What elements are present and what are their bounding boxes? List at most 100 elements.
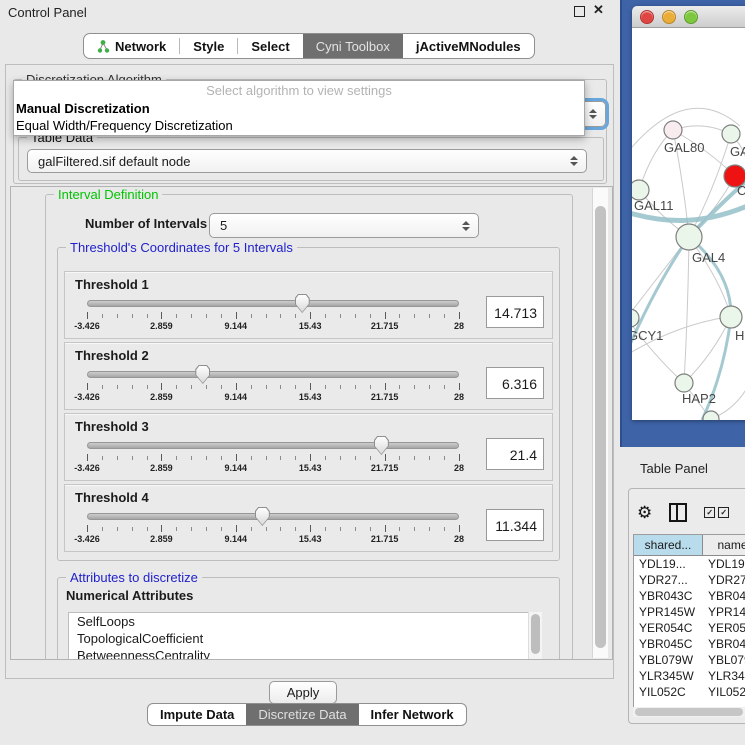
tab-label: jActiveMNodules: [416, 39, 521, 54]
table-row[interactable]: YIL052CYIL052C: [634, 684, 745, 700]
network-node-label: HAP2: [682, 391, 716, 406]
settings-scroll-panel: Interval Definition Number of Intervals …: [10, 186, 613, 660]
network-node-ga[interactable]: [722, 125, 740, 143]
slider-scale-label: 2.859: [150, 534, 173, 544]
slider-thumb[interactable]: [195, 365, 210, 384]
network-node-label: GA: [730, 144, 745, 159]
threshold-slider[interactable]: -3.4262.8599.14415.4321.71528: [87, 371, 459, 405]
threshold-value-field[interactable]: 6.316: [486, 367, 544, 399]
top-tab-bar: NetworkStyleSelect Cyni Toolbox jActiveMNo…: [83, 33, 535, 59]
settings-panel-scrollbar[interactable]: [592, 188, 608, 658]
network-node-hap2[interactable]: [675, 374, 693, 392]
network-icon: [97, 39, 110, 54]
network-window-titlebar[interactable]: [632, 6, 745, 28]
threshold-value-field[interactable]: 11.344: [486, 509, 544, 541]
threshold-label: Threshold 3: [75, 419, 149, 434]
slider-scale-label: 15.43: [299, 463, 322, 473]
table-cell: YBL079W: [634, 652, 703, 668]
slider-scale-label: 9.144: [225, 321, 248, 331]
attributes-list-scrollbar[interactable]: [528, 612, 542, 660]
close-icon[interactable]: ✕: [593, 2, 604, 18]
threshold-label: Threshold 2: [75, 348, 149, 363]
network-node-gal11[interactable]: [632, 180, 649, 200]
float-window-icon[interactable]: [574, 6, 585, 17]
tab-infer-network[interactable]: Infer Network: [359, 704, 466, 725]
table-column-header[interactable]: name: [703, 535, 745, 555]
tab-style[interactable]: Style: [180, 34, 237, 58]
algorithm-dropdown-popup: Select algorithm to view settings Manual…: [13, 80, 585, 136]
slider-thumb[interactable]: [374, 436, 389, 455]
attribute-list-item[interactable]: TopologicalCoefficient: [69, 630, 541, 647]
table-row[interactable]: YBL079WYBL079W: [634, 652, 745, 668]
network-node-label: GAL80: [664, 140, 704, 155]
node-table[interactable]: shared...name YDL19...YDL19...YDR27...YD…: [633, 534, 745, 708]
table-row[interactable]: YDL19...YDL19...: [634, 556, 745, 572]
gear-icon[interactable]: ⚙: [637, 504, 652, 521]
slider-thumb[interactable]: [255, 507, 270, 526]
threshold-row: Threshold 3-3.4262.8599.14415.4321.71528…: [64, 413, 553, 481]
threshold-value-field[interactable]: 14.713: [486, 296, 544, 328]
tab-select[interactable]: Select: [238, 34, 302, 58]
number-of-intervals-label: Number of Intervals: [85, 216, 207, 231]
table-panel-title: Table Panel: [640, 461, 708, 476]
table-cell: YLR345W: [634, 668, 703, 684]
slider-scale-label: 21.715: [371, 463, 399, 473]
table-row[interactable]: YBR045CYBR045C: [634, 636, 745, 652]
table-horizontal-scrollbar[interactable]: [633, 707, 745, 717]
table-data-combobox[interactable]: galFiltered.sif default node: [27, 149, 587, 173]
combo-spinner-icon: [589, 109, 597, 119]
threshold-value-field[interactable]: 21.4: [486, 438, 544, 470]
table-column-header[interactable]: shared...: [634, 535, 703, 555]
checkbox-icon[interactable]: ✓: [704, 507, 715, 518]
threshold-slider[interactable]: -3.4262.8599.14415.4321.71528: [87, 513, 459, 547]
network-node-gal80[interactable]: [664, 121, 682, 139]
apply-button[interactable]: Apply: [269, 681, 337, 704]
attribute-list-item[interactable]: SelfLoops: [69, 613, 541, 630]
threshold-label: Threshold 1: [75, 277, 149, 292]
slider-scale-label: 28: [454, 321, 464, 331]
slider-scale-label: 21.715: [371, 392, 399, 402]
table-row[interactable]: YBR043CYBR043C: [634, 588, 745, 604]
tab-label: Cyni Toolbox: [316, 39, 390, 54]
tab-discretize-data[interactable]: Discretize Data: [246, 704, 358, 725]
table-row[interactable]: YLR345WYLR345W: [634, 668, 745, 684]
columns-icon[interactable]: [669, 503, 687, 522]
tab-impute-data[interactable]: Impute Data: [148, 704, 246, 725]
numerical-attributes-label: Numerical Attributes: [66, 588, 193, 603]
network-node-gal4[interactable]: [676, 224, 702, 250]
table-cell: YBR045C: [703, 636, 745, 652]
algorithm-option[interactable]: Equal Width/Frequency Discretization: [14, 117, 584, 134]
number-of-intervals-combobox[interactable]: 5: [209, 213, 479, 238]
checkbox-icon[interactable]: ✓: [718, 507, 729, 518]
numerical-attributes-list[interactable]: SelfLoopsTopologicalCoefficientBetweenne…: [68, 612, 542, 660]
slider-scale-label: 28: [454, 463, 464, 473]
slider-thumb[interactable]: [295, 294, 310, 313]
slider-scale-label: 21.715: [371, 534, 399, 544]
tab-jactivemnodules[interactable]: jActiveMNodules: [403, 34, 534, 58]
table-row[interactable]: YPR145WYPR145W: [634, 604, 745, 620]
thresholds-group-title: Threshold's Coordinates for 5 Intervals: [66, 240, 297, 255]
tab-cyni-toolbox[interactable]: Cyni Toolbox: [303, 34, 403, 58]
interval-definition-group-title: Interval Definition: [54, 187, 162, 202]
threshold-slider[interactable]: -3.4262.8599.14415.4321.71528: [87, 442, 459, 476]
attribute-list-item[interactable]: BetweennessCentrality: [69, 647, 541, 660]
slider-scale-label: 15.43: [299, 534, 322, 544]
slider-scale-label: 28: [454, 534, 464, 544]
algorithm-dropdown-prompt: Select algorithm to view settings: [14, 81, 584, 100]
close-traffic-light-icon[interactable]: [640, 10, 654, 24]
slider-track: [87, 442, 459, 449]
table-cell: YPR145W: [634, 604, 703, 620]
network-window[interactable]: GAL80GACGAL11GAL4GCY1HHAP2: [632, 6, 745, 420]
threshold-slider[interactable]: -3.4262.8599.14415.4321.71528: [87, 300, 459, 334]
zoom-traffic-light-icon[interactable]: [684, 10, 698, 24]
network-canvas[interactable]: GAL80GACGAL11GAL4GCY1HHAP2: [632, 28, 745, 420]
table-row[interactable]: YDR27...YDR27...: [634, 572, 745, 588]
table-cell: YBR045C: [634, 636, 703, 652]
tab-network[interactable]: Network: [84, 34, 179, 58]
network-node-h[interactable]: [720, 306, 742, 328]
select-columns-checkboxes[interactable]: ✓ ✓: [704, 507, 729, 518]
minimize-traffic-light-icon[interactable]: [662, 10, 676, 24]
algorithm-option[interactable]: Manual Discretization: [14, 100, 584, 117]
table-cell: YER054C: [703, 620, 745, 636]
table-row[interactable]: YER054CYER054C: [634, 620, 745, 636]
